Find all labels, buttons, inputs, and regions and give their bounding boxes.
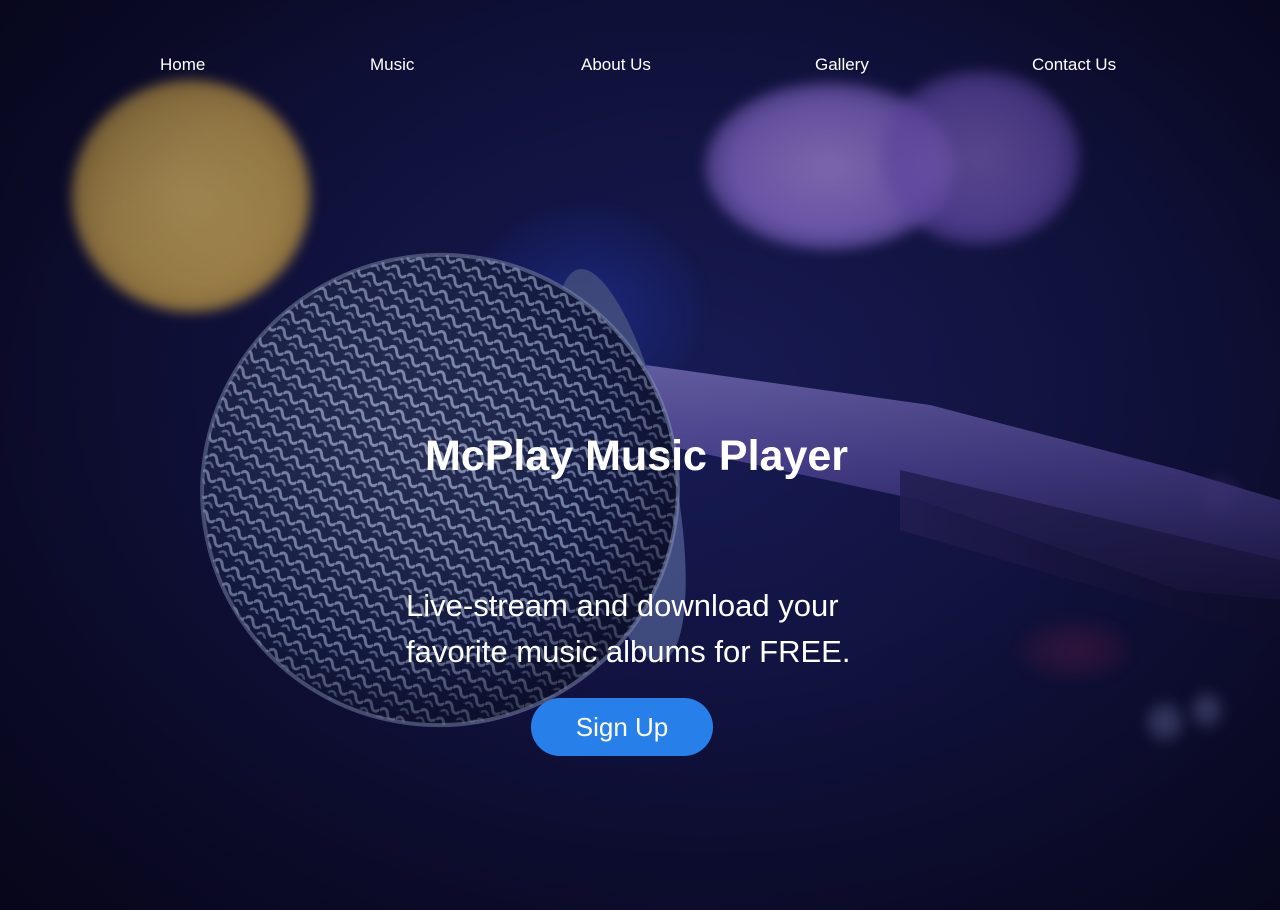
nav-link-contact-us[interactable]: Contact Us — [1032, 52, 1116, 78]
top-navigation: Home Music About Us Gallery Contact Us — [0, 52, 1280, 78]
sign-up-button[interactable]: Sign Up — [531, 698, 713, 756]
hero-subtitle: Live-stream and download your favorite m… — [406, 588, 851, 669]
hero-section: Home Music About Us Gallery Contact Us M… — [0, 0, 1280, 910]
nav-link-home[interactable]: Home — [160, 52, 205, 78]
page-title: McPlay Music Player — [424, 432, 849, 480]
nav-link-music[interactable]: Music — [370, 52, 414, 78]
nav-link-about-us[interactable]: About Us — [581, 52, 651, 78]
nav-link-gallery[interactable]: Gallery — [815, 52, 869, 78]
